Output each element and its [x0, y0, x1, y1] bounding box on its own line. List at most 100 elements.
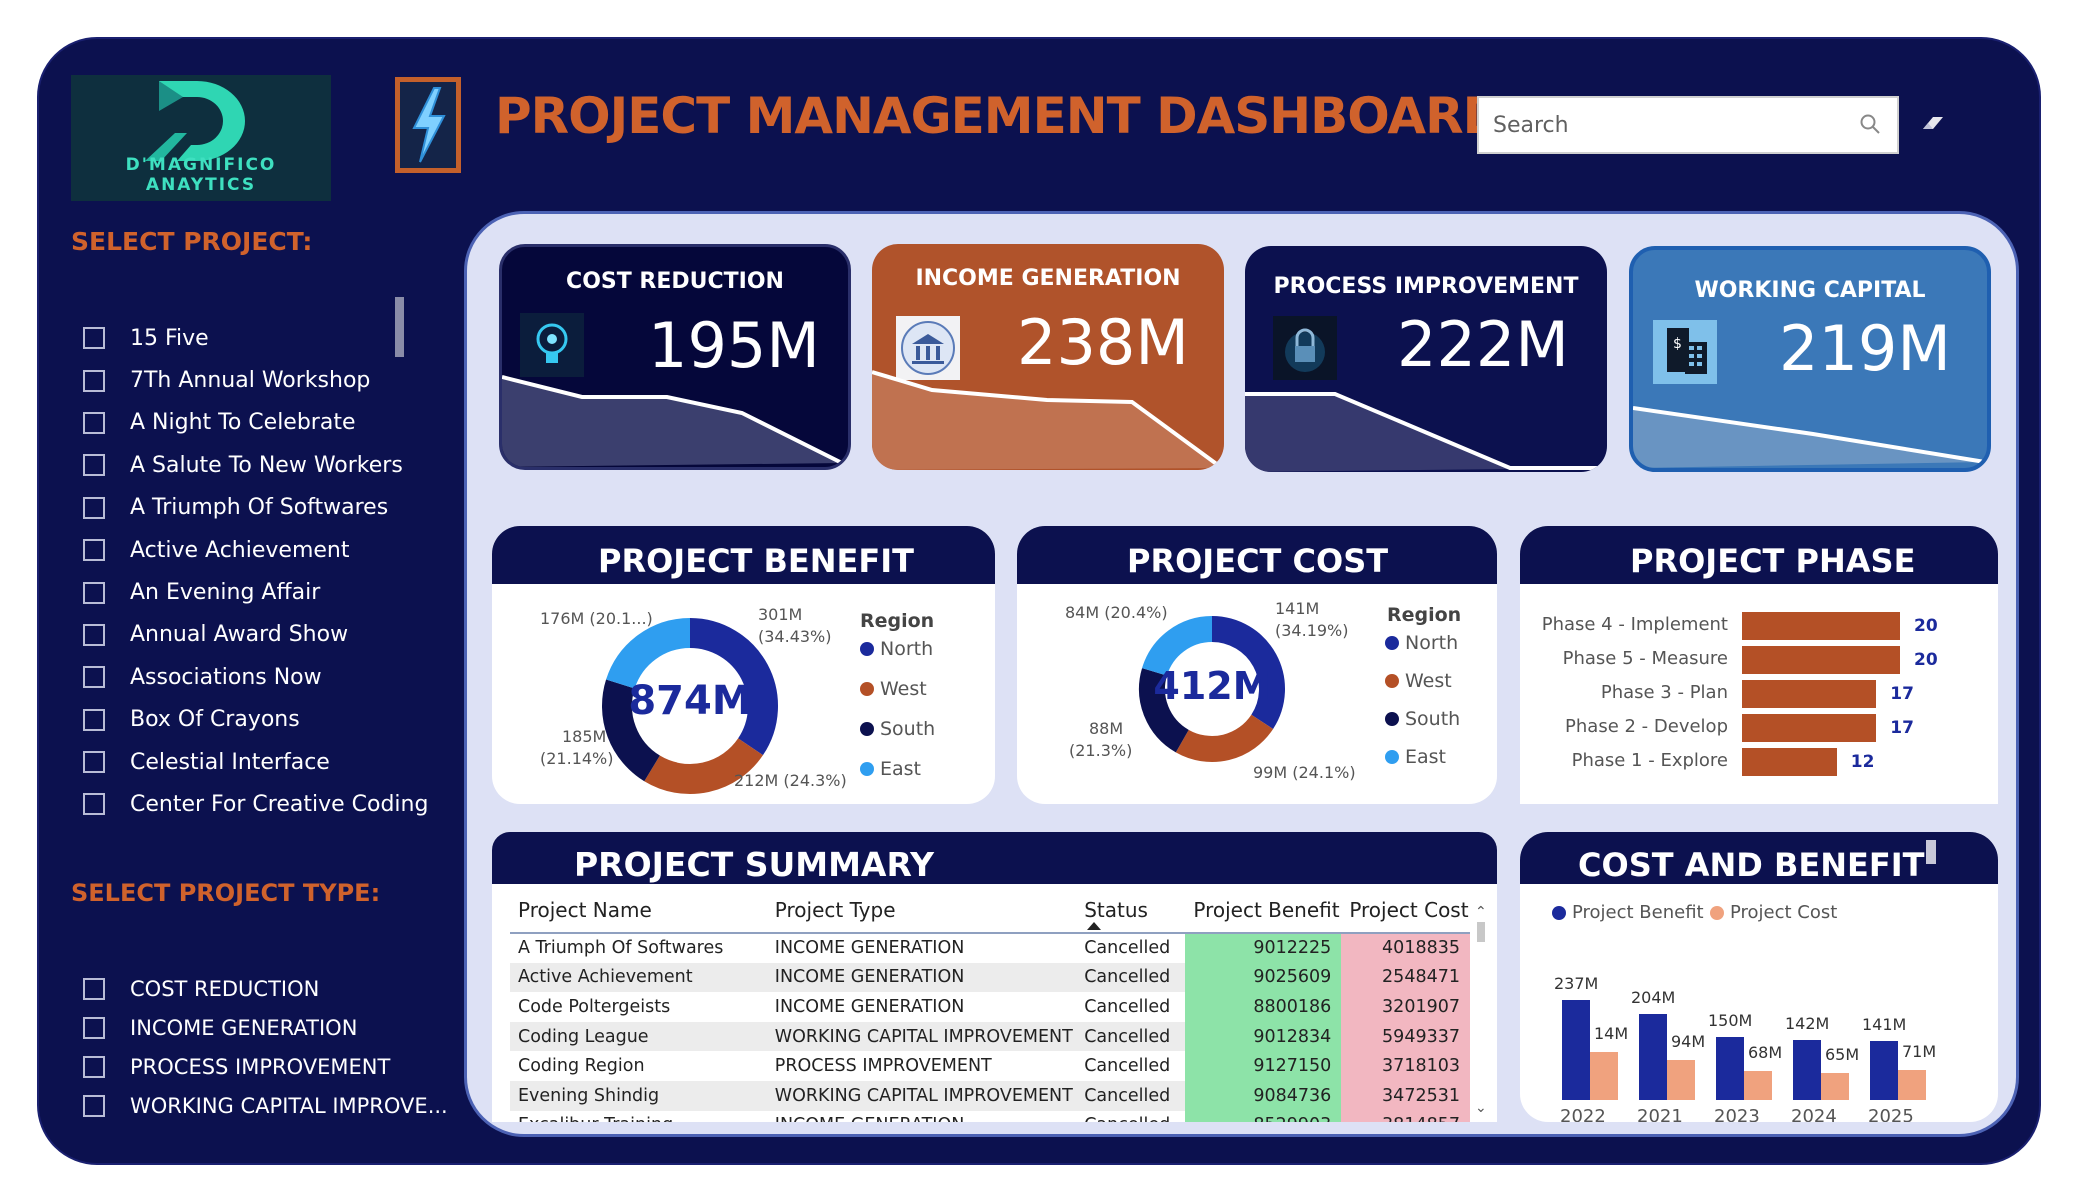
bar-benefit-2025[interactable]: [1870, 1040, 1898, 1100]
column-header[interactable]: Project Cost: [1341, 887, 1470, 934]
checkbox[interactable]: [83, 539, 105, 562]
sort-indicator-icon: [1087, 922, 1101, 930]
phase-bar[interactable]: [1742, 748, 1837, 776]
table-row[interactable]: Code Poltergeists INCOME GENERATION Cancel…: [510, 992, 1470, 1022]
project-slicer-scrollbar[interactable]: [395, 297, 404, 357]
cost-label-south: 88M (21.3%): [1069, 719, 1133, 760]
bar-cost-2023[interactable]: [1744, 1071, 1772, 1100]
card-header: PROJECT SUMMARY: [492, 832, 1497, 884]
column-header[interactable]: Project Benefit: [1185, 887, 1342, 934]
legend-item-north[interactable]: North: [860, 638, 933, 660]
project-option[interactable]: An Evening Affair: [83, 571, 423, 613]
table-row[interactable]: Coding Region PROCESS IMPROVEMENT Cancelle…: [510, 1051, 1470, 1081]
checkbox[interactable]: [83, 977, 105, 1000]
project-option[interactable]: Center For Creative Coding: [83, 783, 428, 825]
checkbox[interactable]: [83, 1055, 105, 1078]
checkbox[interactable]: [83, 454, 105, 477]
checkbox[interactable]: [83, 327, 105, 350]
kpi-income-generation[interactable]: INCOME GENERATION 238M: [872, 244, 1224, 470]
checkbox[interactable]: [83, 793, 105, 816]
phase-row[interactable]: Phase 5 - Measure 20: [1520, 646, 1998, 674]
donut-slice-west[interactable]: [1175, 714, 1274, 762]
table-row[interactable]: A Triumph Of Softwares INCOME GENERATION C…: [510, 933, 1470, 963]
eraser-icon[interactable]: [1919, 111, 1947, 135]
project-option[interactable]: Active Achievement: [83, 529, 423, 571]
phase-row[interactable]: Phase 1 - Explore 12: [1520, 748, 1998, 776]
column-header[interactable]: Project Name: [510, 887, 767, 934]
card-title: PROJECT SUMMARY: [574, 845, 934, 884]
phase-row[interactable]: Phase 3 - Plan 17: [1520, 680, 1998, 708]
checkbox[interactable]: [83, 1094, 105, 1117]
bar-label: 204M: [1631, 987, 1676, 1007]
bar-cost-2025[interactable]: [1898, 1070, 1926, 1100]
project-option[interactable]: 15 Five: [83, 317, 423, 359]
project-type-option[interactable]: WORKING CAPITAL IMPROVE...: [83, 1086, 448, 1125]
phase-bar[interactable]: [1742, 680, 1877, 708]
table-scroll-up[interactable]: ⌃: [1475, 904, 1487, 920]
project-type-option[interactable]: COST REDUCTION: [83, 969, 423, 1008]
checkbox[interactable]: [83, 411, 105, 434]
project-option[interactable]: 7Th Annual Workshop: [83, 359, 423, 401]
table-cell: 3472531: [1341, 1080, 1470, 1111]
project-option[interactable]: Box Of Crayons: [83, 699, 423, 741]
bar-label: 68M: [1748, 1043, 1783, 1063]
kpi-cost-reduction[interactable]: COST REDUCTION 195M: [499, 244, 851, 470]
phase-row[interactable]: Phase 4 - Implement 20: [1520, 612, 1998, 640]
bar-benefit-2022[interactable]: [1562, 1000, 1590, 1100]
legend-project-cost: Project Cost: [1710, 902, 1837, 923]
bar-cost-2024[interactable]: [1821, 1072, 1849, 1100]
kpi-process-improvement[interactable]: PROCESS IMPROVEMENT 222M: [1245, 246, 1607, 472]
checkbox[interactable]: [83, 369, 105, 392]
legend-item-west[interactable]: West: [1385, 670, 1452, 692]
legend-item-east[interactable]: East: [1385, 746, 1446, 768]
search-icon[interactable]: [1859, 113, 1881, 139]
project-type-option[interactable]: INCOME GENERATION: [83, 1008, 423, 1047]
bar-benefit-2024[interactable]: [1793, 1040, 1821, 1100]
table-cell: INCOME GENERATION: [774, 938, 965, 959]
search-input[interactable]: [1479, 98, 1839, 152]
kpi-working-capital[interactable]: WORKING CAPITAL $ 219M: [1629, 246, 1991, 472]
table-row[interactable]: Excalibur TrainingINCOME GENERATIONCance…: [510, 1110, 1470, 1122]
checkbox[interactable]: [83, 496, 105, 519]
table-scroll-down[interactable]: ⌄: [1475, 1100, 1487, 1116]
column-header[interactable]: Project Type: [766, 887, 1077, 934]
bar-benefit-2023[interactable]: [1716, 1036, 1744, 1100]
project-option[interactable]: A Salute To New Workers: [83, 444, 423, 486]
project-option[interactable]: Annual Award Show: [83, 614, 423, 656]
checkbox[interactable]: [83, 581, 105, 604]
checkbox[interactable]: [83, 708, 105, 731]
legend-item-south[interactable]: South: [860, 718, 935, 740]
project-option[interactable]: A Triumph Of Softwares: [83, 487, 423, 529]
bar-cost-2021[interactable]: [1667, 1060, 1695, 1100]
bar-cost-2022[interactable]: [1590, 1051, 1618, 1100]
legend-item-north[interactable]: North: [1385, 632, 1458, 654]
phase-bar[interactable]: [1742, 612, 1900, 640]
checkbox[interactable]: [83, 666, 105, 689]
checkbox[interactable]: [83, 751, 105, 774]
table-scrollbar[interactable]: [1477, 922, 1485, 942]
checkbox[interactable]: [83, 623, 105, 646]
phase-row[interactable]: Phase 2 - Develop 17: [1520, 714, 1998, 742]
checkbox[interactable]: [83, 1016, 105, 1039]
table-cell: Cancelled: [1084, 996, 1171, 1017]
project-option[interactable]: Associations Now: [83, 656, 423, 698]
legend-item-south[interactable]: South: [1385, 708, 1460, 730]
project-type-option[interactable]: PROCESS IMPROVEMENT: [83, 1047, 423, 1086]
bar-benefit-2021[interactable]: [1639, 1013, 1667, 1100]
project-option-label: Associations Now: [130, 664, 322, 690]
table-row[interactable]: Evening Shindig WORKING CAPITAL IMPROVEME…: [510, 1080, 1470, 1111]
table-row[interactable]: Coding League WORKING CAPITAL IMPROVEMENT…: [510, 1021, 1470, 1052]
table-row[interactable]: Active Achievement INCOME GENERATION Cance…: [510, 962, 1470, 993]
bar-label: 65M: [1825, 1044, 1860, 1064]
search-box[interactable]: [1477, 96, 1899, 154]
phase-bar[interactable]: [1742, 714, 1877, 742]
phase-bar[interactable]: [1742, 646, 1900, 674]
chart-menu-handle[interactable]: [1926, 840, 1936, 864]
project-option[interactable]: Celestial Interface: [83, 741, 423, 783]
donut-slice-east[interactable]: [606, 618, 691, 690]
legend-dot: [1710, 905, 1724, 920]
project-option[interactable]: A Night To Celebrate: [83, 402, 423, 444]
legend-item-west[interactable]: West: [860, 678, 927, 700]
legend-item-east[interactable]: East: [860, 758, 921, 780]
project-option-label: Annual Award Show: [130, 622, 349, 648]
